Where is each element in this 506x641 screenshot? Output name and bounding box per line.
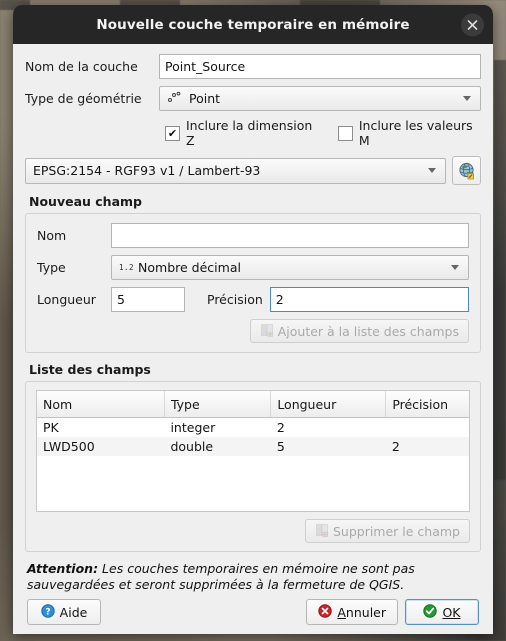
field-type-row: Type 1.2 Nombre décimal: [37, 255, 469, 280]
cell-type: integer: [170, 420, 216, 435]
field-list-table-wrapper[interactable]: Nom Type Longueur Précision PK integer 2: [36, 390, 470, 512]
geometry-type-combo[interactable]: Point: [159, 86, 481, 111]
cancel-button[interactable]: Annuler: [306, 599, 398, 625]
table-row[interactable]: PK integer 2: [37, 418, 469, 438]
select-crs-icon[interactable]: [452, 156, 481, 185]
cell-nom: LWD500: [37, 437, 165, 456]
field-precision-input[interactable]: [269, 287, 469, 312]
cancel-button-label: nnuler: [345, 604, 386, 620]
decimal-number-icon: 1.2: [119, 263, 135, 272]
add-field-button-label: Ajouter à la liste des champs: [277, 323, 459, 339]
include-m-checkbox[interactable]: [337, 125, 353, 141]
include-z-label: Inclure la dimension Z: [186, 118, 313, 148]
ok-icon: [423, 603, 438, 621]
chevron-down-icon: [428, 168, 436, 173]
column-header-type[interactable]: Type: [164, 391, 272, 418]
new-temporary-layer-dialog: Nouvelle couche temporaire en mémoire No…: [13, 5, 493, 634]
geometry-type-row: Type de géométrie Point: [25, 86, 481, 111]
ok-button[interactable]: OK: [405, 599, 479, 625]
cancel-button-accel: A: [337, 604, 346, 620]
svg-text:?: ?: [45, 607, 50, 617]
add-field-row: Ajouter à la liste des champs: [37, 319, 469, 343]
point-geometry-icon: [167, 91, 182, 107]
layer-name-input[interactable]: [159, 54, 481, 79]
include-m-label: Inclure les valeurs M: [358, 118, 473, 148]
field-type-value: Nombre décimal: [138, 260, 241, 275]
add-field-icon: [260, 323, 274, 340]
field-list-table: Nom Type Longueur Précision PK integer 2: [37, 391, 469, 456]
field-size-row: Longueur Précision: [37, 287, 469, 312]
cell-longueur: 5: [270, 437, 386, 456]
cell-type: double: [164, 437, 271, 456]
dialog-titlebar: Nouvelle couche temporaire en mémoire: [13, 5, 493, 44]
delete-field-button[interactable]: Supprimer le champ: [304, 519, 470, 543]
column-header-precision[interactable]: Précision: [385, 391, 469, 418]
field-list-group: Nom Type Longueur Précision PK integer 2: [25, 381, 481, 552]
crs-row: EPSG:2154 - RGF93 v1 / Lambert-93: [25, 156, 481, 185]
dialog-body: Nom de la couche Type de géométrie Point: [13, 44, 493, 634]
help-button-label: Aide: [59, 604, 88, 620]
dimension-options-row: ✔ Inclure la dimension Z Inclure les val…: [165, 118, 481, 148]
dialog-footer: ? Aide Annuler OK: [25, 599, 481, 625]
field-list-group-title: Liste des champs: [29, 362, 151, 377]
chevron-down-icon: [463, 96, 471, 101]
cell-precision: 2: [385, 437, 469, 456]
cell-longueur: 2: [276, 420, 285, 435]
cell-nom: PK: [43, 420, 59, 435]
close-icon[interactable]: [461, 13, 484, 36]
add-field-button[interactable]: Ajouter à la liste des champs: [249, 319, 469, 343]
table-row[interactable]: LWD500 double 5 2: [37, 437, 469, 456]
layer-name-label: Nom de la couche: [25, 59, 138, 74]
cancel-icon: [318, 603, 333, 621]
crs-combo[interactable]: EPSG:2154 - RGF93 v1 / Lambert-93: [25, 157, 446, 184]
column-header-longueur[interactable]: Longueur: [270, 391, 387, 418]
delete-field-button-label: Supprimer le champ: [332, 523, 460, 539]
new-field-group-title: Nouveau champ: [29, 194, 142, 209]
help-button[interactable]: ? Aide: [27, 599, 101, 625]
field-name-row: Nom: [37, 223, 469, 248]
field-precision-label: Précision: [207, 292, 263, 307]
table-header-row: Nom Type Longueur Précision: [37, 391, 469, 418]
layer-name-row: Nom de la couche: [25, 54, 481, 79]
column-header-nom[interactable]: Nom: [37, 391, 165, 418]
cell-precision: [386, 418, 469, 438]
new-field-group: Nom Type 1.2 Nombre décimal Longueur Pré…: [25, 213, 481, 353]
warning-text: Attention: Les couches temporaires en mé…: [27, 561, 479, 593]
geometry-type-value: Point: [189, 91, 221, 106]
delete-field-icon: [315, 523, 329, 540]
warning-prefix: Attention:: [27, 561, 99, 576]
field-type-label: Type: [37, 260, 66, 275]
field-name-label: Nom: [37, 228, 67, 243]
geometry-type-label: Type de géométrie: [25, 91, 142, 106]
field-length-label: Longueur: [37, 292, 96, 307]
crs-value: EPSG:2154 - RGF93 v1 / Lambert-93: [33, 163, 261, 178]
field-length-input[interactable]: [111, 287, 185, 312]
field-name-input[interactable]: [111, 223, 469, 248]
delete-field-row: Supprimer le champ: [36, 519, 470, 543]
help-icon: ?: [40, 603, 55, 621]
chevron-down-icon: [451, 265, 459, 270]
field-type-combo[interactable]: 1.2 Nombre décimal: [111, 255, 469, 280]
ok-button-label: OK: [442, 604, 461, 620]
include-z-checkbox[interactable]: ✔: [165, 125, 180, 141]
dialog-title: Nouvelle couche temporaire en mémoire: [96, 16, 410, 33]
